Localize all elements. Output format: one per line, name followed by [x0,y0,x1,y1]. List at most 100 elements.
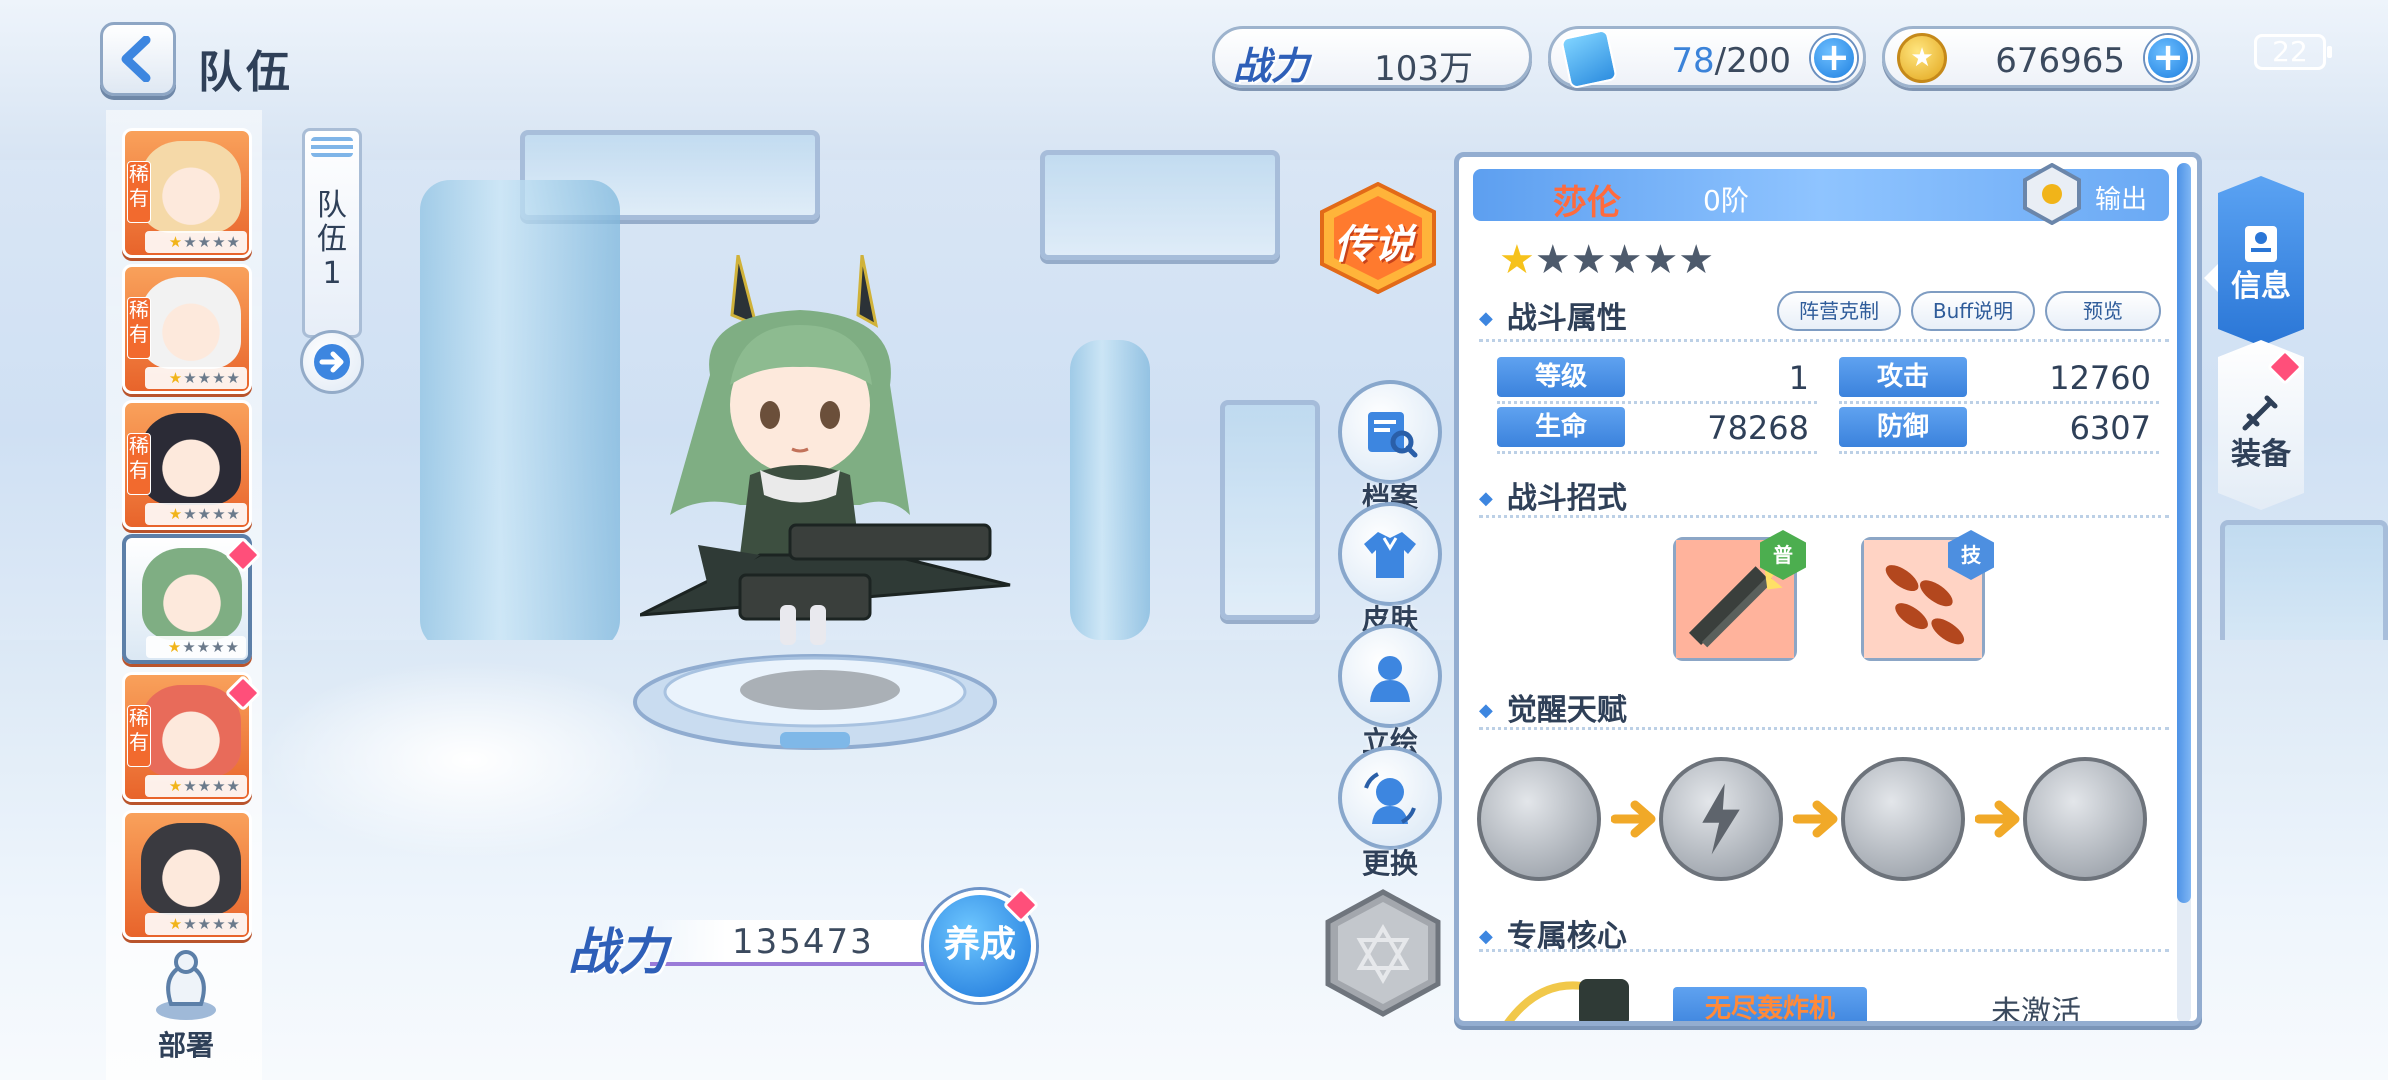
star-rating: ★★★★★ [145,231,247,253]
swap-character-icon [1338,746,1442,850]
lightning-talent-icon[interactable] [1659,757,1783,881]
rarity-tag: 稀有 [127,433,151,495]
divider [1497,401,1817,404]
stat-label-defense: 防御 [1839,407,1967,447]
star-icon: ★ [196,638,212,656]
switch-team-button[interactable] [300,330,364,394]
role-output-icon [2023,163,2081,225]
star-icon: ★ [212,777,227,795]
drill-talent-icon[interactable] [1477,757,1601,881]
team-tab-char: 1 [322,256,342,291]
preview-button[interactable]: 预览 [2045,291,2161,331]
star-rating: ★★★★★ [145,503,247,525]
character-portrait [142,548,242,640]
id-card-icon [2245,226,2277,262]
team-tab-char: 队 [317,188,347,223]
locked-core-button[interactable] [1322,888,1444,1018]
gold-value: 676965 [1995,41,2125,81]
legend-rarity-badge: 传说 [1316,181,1440,295]
star-icon: ★ [197,369,213,387]
arrow-right-icon [1611,800,1656,838]
tab-pointer [2204,262,2220,294]
star-icon: ★ [1642,237,1679,283]
divider [1839,451,2159,454]
rarity-tag: 稀有 [127,297,151,359]
portrait-icon [1338,624,1442,728]
star-icon: ★ [226,777,241,795]
panel-scrollbar[interactable] [2177,163,2191,1021]
star-rating: ★★★★★ [145,367,247,389]
character-name: 莎伦 [1553,183,1621,223]
core-bomber-icon [1504,979,1629,1021]
faction-counter-button[interactable]: 阵营克制 [1777,291,1901,331]
stat-value-level: 1 [1788,359,1809,397]
stat-label-hp: 生命 [1497,407,1625,447]
background-pillar [420,180,620,650]
deploy-icon [151,944,221,1024]
add-stamina-button[interactable]: + [1811,35,1857,81]
background-window [1040,150,1280,260]
stat-label-attack: 攻击 [1839,357,1967,397]
legend-badge-label: 传说 [1334,222,1414,268]
team-tab[interactable]: 队 伍 1 [302,128,362,338]
character-portrait [141,413,241,505]
page-title: 队伍 [198,47,294,98]
star-icon: ★ [226,505,241,523]
stamina-display: 78/200 + [1548,26,1866,90]
character-portrait [141,141,241,233]
star-icon: ★ [212,233,227,251]
star-rating: ★★★★★ [145,913,247,935]
star-icon: ★ [167,638,183,656]
team-member-card[interactable]: 稀有 ★★★★★ [122,264,252,394]
character-power-label: 战力 [568,923,668,981]
star-icon: ★ [212,369,227,387]
drill-talent-icon[interactable] [1841,757,1965,881]
divider [1479,339,2169,342]
team-member-card[interactable]: 稀有 ★★★★★ [122,128,252,258]
star-rating: ★★★★★ [145,775,247,797]
team-member-card[interactable]: ★★★★★ [122,810,252,940]
star-icon: ★ [168,369,184,387]
character-stars: ★★★★★★ [1499,237,1714,283]
swap-label: 更换 [1361,847,1418,880]
star-icon: ★ [183,777,198,795]
team-tab-char: 伍 [317,222,347,257]
battery-indicator: 22 [2254,34,2332,70]
stamina-potion-icon [1560,28,1618,90]
star-icon: ★ [226,233,241,251]
normal-attack-skill[interactable]: 普 [1673,530,1806,661]
add-gold-button[interactable]: + [2145,35,2191,81]
sword-icon [2242,395,2278,431]
team-member-card[interactable]: 稀有 ★★★★★ [122,400,252,530]
buff-info-button[interactable]: Buff说明 [1911,291,2035,331]
rarity-tag: 稀有 [127,161,151,223]
deploy-button[interactable]: 部署 [138,944,234,1064]
star-icon: ★ [1678,237,1715,283]
portrait-button[interactable]: 立绘 [1332,624,1448,760]
scrollbar-thumb[interactable] [2177,163,2191,903]
rarity-tag: 稀有 [127,705,151,767]
character-sprite [640,255,1011,645]
special-skill[interactable]: 技 [1861,530,1994,661]
stat-value-defense: 6307 [2069,409,2151,447]
back-button[interactable] [100,22,176,96]
character-portrait [141,685,241,777]
power-value: 103万 [1374,49,1473,89]
profile-search-icon [1338,380,1442,484]
skin-button[interactable]: 皮肤 [1332,502,1448,638]
profile-button[interactable]: 档案 [1332,380,1448,516]
star-icon: ★ [197,233,213,251]
swap-button[interactable]: 更换 [1332,746,1448,882]
star-icon: ★ [212,505,227,523]
tab-info[interactable]: 信息 [2218,176,2304,346]
character-portrait [141,823,241,915]
chevron-left-icon [121,36,151,82]
arrow-right-icon [1793,800,1838,838]
deploy-label: 部署 [157,1029,214,1062]
floor-glow [260,660,680,860]
awakening-talent-title: 觉醒天赋 [1479,685,1627,729]
stamina-value: 78/200 [1671,41,1791,81]
gold-display: ★ 676965 + [1882,26,2200,88]
drill-talent-icon[interactable] [2023,757,2147,881]
star-rating: ★★★★★ [146,636,246,658]
